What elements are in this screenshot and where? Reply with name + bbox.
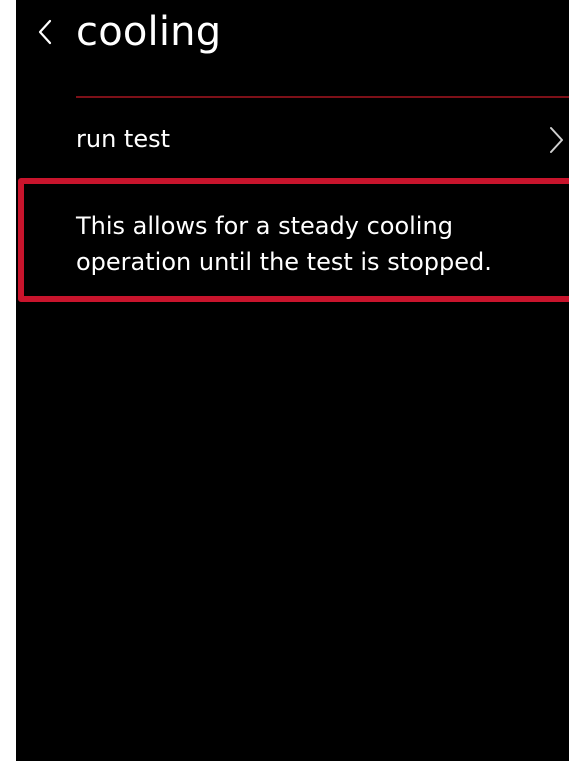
back-button[interactable]	[30, 14, 60, 50]
page-title: cooling	[76, 9, 222, 55]
info-description: This allows for a steady cooling operati…	[76, 212, 492, 276]
chevron-right-icon	[548, 126, 566, 154]
highlighted-info-box: This allows for a steady cooling operati…	[18, 178, 569, 302]
header-divider	[76, 96, 569, 98]
header: cooling	[16, 0, 569, 90]
menu-item-run-test[interactable]: run test	[16, 106, 569, 172]
device-screen: cooling run test This allows for a stead…	[16, 0, 569, 761]
menu-item-label: run test	[76, 125, 171, 153]
chevron-left-icon	[38, 19, 52, 45]
